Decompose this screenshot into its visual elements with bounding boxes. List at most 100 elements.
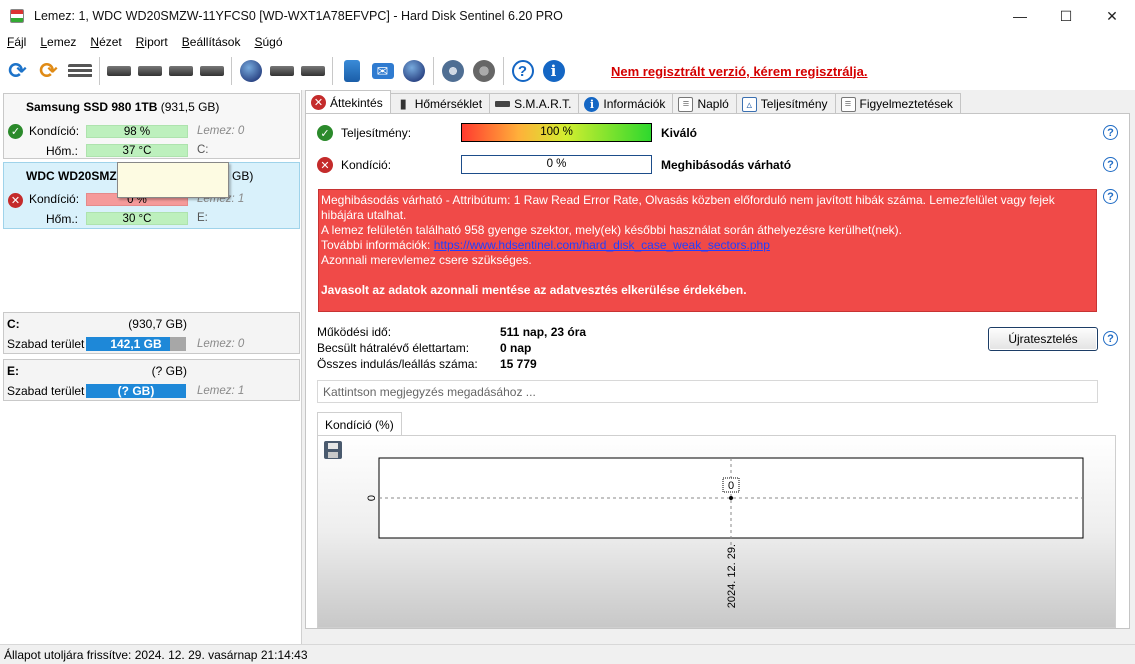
error-x-icon: ✕ (8, 193, 23, 208)
window-title: Lemez: 1, WDC WD20SMZW-11YFCS0 [WD-WXT1A… (34, 9, 563, 23)
chart-icon: ▵ (741, 96, 757, 112)
uptime-label: Működési idő: (317, 325, 392, 339)
temperature-bar: 30 °C (86, 212, 188, 225)
disk-size: GB) (232, 169, 254, 183)
help-icon[interactable]: ? (1103, 157, 1118, 172)
close-button[interactable]: ✕ (1089, 0, 1135, 32)
disk-icon (106, 66, 131, 76)
network-icon (402, 60, 425, 82)
menu-report[interactable]: Riport (129, 35, 175, 49)
mail-icon: ✉ (371, 63, 394, 79)
tab-information[interactable]: i Információk (578, 93, 674, 114)
minimize-button[interactable]: — (997, 0, 1043, 32)
mail-button[interactable]: ✉ (369, 56, 396, 86)
overview-panel: ✓ Teljesítmény: 100 % Kiváló ? ✕ Kondíci… (305, 113, 1130, 629)
disk-button[interactable] (105, 56, 132, 86)
chart-tab-condition[interactable]: Kondíció (%) (317, 412, 402, 436)
volume-disk-number: Lemez: 1 (197, 385, 245, 397)
settings-button[interactable] (439, 56, 466, 86)
drive-letters: C: (197, 144, 209, 156)
ok-check-icon: ✓ (8, 124, 23, 139)
condition-label: Kondíció: (341, 158, 392, 172)
info-icon: i (584, 96, 600, 112)
tab-log[interactable]: ≡ Napló (672, 93, 737, 114)
more-info-link[interactable]: https://www.hdsentinel.com/hard_disk_cas… (434, 238, 770, 252)
condition-verdict: Meghibásodás várható (661, 158, 792, 172)
help-icon[interactable]: ? (1103, 125, 1118, 140)
tab-smart[interactable]: S.M.A.R.T. (489, 93, 580, 114)
condition-bar: 0 % (461, 155, 652, 174)
app-icon (10, 9, 24, 23)
note-input[interactable]: Kattintson megjegyzés megadásához ... (317, 380, 1098, 403)
network-button[interactable] (400, 56, 427, 86)
alert-line: További információk: (321, 238, 434, 252)
globe-disk-button[interactable] (237, 56, 264, 86)
disk-search-button[interactable] (198, 56, 225, 86)
help-icon[interactable]: ? (1103, 189, 1118, 204)
menu-help[interactable]: Súgó (247, 35, 289, 49)
report-button[interactable] (338, 56, 365, 86)
tab-warnings[interactable]: ≡ Figyelmeztetések (834, 93, 961, 114)
disk-schedule-button[interactable] (136, 56, 163, 86)
alert-line: Azonnali merevlemez csere szükséges. (321, 253, 532, 267)
log-icon: ≡ (678, 96, 694, 112)
help-button[interactable]: ? (509, 56, 536, 86)
uptime-value: 511 nap, 23 óra (500, 325, 587, 339)
report-icon (343, 60, 360, 82)
condition-label: Kondíció: (29, 192, 80, 206)
maximize-button[interactable]: ☐ (1043, 0, 1089, 32)
about-button[interactable]: i (540, 56, 567, 86)
disk-export-icon (300, 66, 325, 76)
help-icon[interactable]: ? (1103, 331, 1118, 346)
menu-file[interactable]: Fájl (0, 35, 33, 49)
volume-size: (? GB) (151, 364, 187, 378)
retest-button[interactable]: Újratesztelés (988, 327, 1098, 351)
error-x-icon: ✕ (317, 157, 333, 173)
free-space-value: (? GB) (117, 384, 155, 398)
free-space-label: Szabad terület (7, 337, 85, 351)
free-space-value: 142,1 GB (110, 337, 162, 351)
volume-disk-number: Lemez: 0 (197, 338, 245, 350)
disk-check-icon (168, 66, 193, 76)
unregistered-link[interactable]: Nem regisztrált verzió, kérem regisztrál… (611, 64, 868, 79)
alert-box: Meghibásodás várható - Attribútum: 1 Raw… (318, 189, 1097, 312)
toolbar: ⟳ ⟳ ✉ ? i Nem regisztrált verzió, kérem … (0, 52, 1135, 90)
menu-settings[interactable]: Beállítások (175, 35, 248, 49)
disk-search-icon (199, 66, 224, 76)
speaker-icon (472, 60, 495, 82)
warning-icon: ≡ (840, 96, 856, 112)
menu-disk[interactable]: Lemez (33, 35, 83, 49)
remaining-life-label: Becsült hátralévő élettartam: (317, 341, 470, 355)
free-space-bar: (? GB) (86, 384, 186, 398)
disk-name: Samsung SSD 980 1TB (26, 100, 158, 114)
globe-disk-icon (239, 60, 262, 82)
tab-performance[interactable]: ▵ Teljesítmény (735, 93, 836, 114)
list-icon (67, 64, 92, 78)
condition-chart: 0 0 2024. 12. 29. (366, 457, 1084, 608)
disk-number: Lemez: 0 (197, 125, 245, 137)
y-tick-label: 0 (366, 495, 378, 501)
refresh-all-icon: ⟳ (39, 58, 58, 83)
refresh-all-button[interactable]: ⟳ (35, 56, 62, 86)
disk-check-button[interactable] (167, 56, 194, 86)
disk-tools-button[interactable] (268, 56, 295, 86)
help-icon: ? (511, 60, 534, 82)
disk-export-button[interactable] (299, 56, 326, 86)
performance-label: Teljesítmény: (341, 126, 412, 140)
tab-temperature[interactable]: ▮ Hőmérséklet (389, 93, 491, 114)
info-icon: i (542, 60, 565, 82)
performance-verdict: Kiváló (661, 126, 698, 140)
volume-size: (930,7 GB) (128, 317, 187, 331)
refresh-button[interactable]: ⟳ (4, 56, 31, 86)
x-icon: ✕ (311, 95, 326, 110)
volume-letter: E: (7, 364, 19, 378)
volume-item-e[interactable]: E: (? GB) Szabad terület (? GB) Lemez: 1 (3, 359, 300, 401)
menu-view[interactable]: Nézet (83, 35, 128, 49)
disk-item-0[interactable]: Samsung SSD 980 1TB (931,5 GB) ✓ Kondíci… (3, 93, 300, 159)
data-label: 0 (728, 480, 734, 492)
volume-item-c[interactable]: C: (930,7 GB) Szabad terület 142,1 GB Le… (3, 312, 300, 354)
tab-overview[interactable]: ✕ Áttekintés (305, 90, 391, 114)
thermometer-icon: ▮ (399, 96, 407, 111)
sound-button[interactable] (470, 56, 497, 86)
list-button[interactable] (66, 56, 93, 86)
